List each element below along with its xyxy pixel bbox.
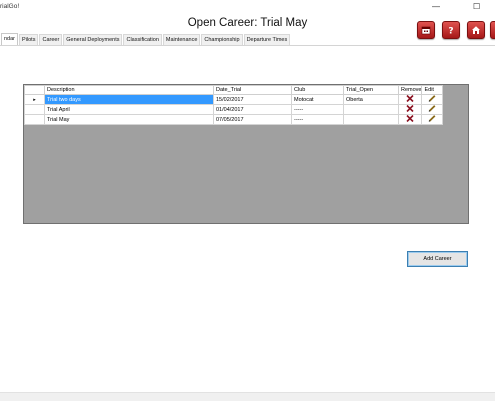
- help-button[interactable]: ?: [442, 21, 460, 39]
- exit-button[interactable]: [490, 21, 495, 39]
- cell-description[interactable]: Trial April: [44, 104, 214, 115]
- home-icon: [472, 26, 480, 34]
- edit-button[interactable]: [421, 104, 444, 115]
- tab-divider: [0, 45, 495, 46]
- careers-grid[interactable]: Description Date_Trial Club Trial_Open R…: [23, 84, 469, 224]
- column-header-club[interactable]: Club: [291, 85, 344, 95]
- table-row[interactable]: ▸ Trial two days 15/02/2017 Motocat Ober…: [24, 94, 444, 105]
- tab-calendar[interactable]: ndar: [1, 33, 19, 45]
- tab-championship[interactable]: Championship: [201, 34, 243, 45]
- cell-date[interactable]: 01/04/2017: [213, 104, 292, 115]
- column-header-edit[interactable]: Edit: [421, 85, 444, 95]
- app-name: rialGo!: [0, 3, 20, 10]
- svg-text:?: ?: [448, 27, 453, 36]
- pencil-icon: [429, 105, 436, 112]
- cell-description[interactable]: Trial two days: [44, 94, 214, 105]
- column-header-remove[interactable]: Remove: [397, 85, 423, 95]
- cell-trial-open[interactable]: [343, 114, 399, 125]
- cell-club[interactable]: -----: [291, 114, 344, 125]
- tab-pilots[interactable]: Pilots: [19, 34, 39, 45]
- tab-classification[interactable]: Classification: [123, 34, 162, 45]
- pencil-icon: [429, 95, 436, 102]
- column-header-description[interactable]: Description: [44, 85, 214, 95]
- cell-club[interactable]: Motocat: [291, 94, 344, 105]
- tab-maintenance[interactable]: Maintenance: [162, 34, 201, 45]
- table-row[interactable]: Trial April 01/04/2017 -----: [24, 104, 444, 115]
- calendar-button[interactable]: [417, 21, 435, 39]
- row-indicator: ▸: [24, 94, 45, 105]
- remove-icon: [406, 95, 414, 103]
- table-row[interactable]: Trial May 07/05/2017 -----: [24, 114, 444, 125]
- remove-button[interactable]: [397, 94, 423, 105]
- remove-icon: [406, 115, 414, 123]
- title-bar: rialGo! — ☐: [0, 0, 495, 14]
- row-header: [24, 104, 45, 115]
- cell-trial-open[interactable]: [343, 104, 399, 115]
- tab-departure-times[interactable]: Departure Times: [243, 34, 291, 45]
- column-header-trial-open[interactable]: Trial_Open: [343, 85, 399, 95]
- tab-general-deployments[interactable]: General Deployments: [63, 34, 123, 45]
- cell-club[interactable]: -----: [291, 104, 344, 115]
- header-row: Description Date_Trial Club Trial_Open R…: [24, 85, 444, 95]
- remove-icon: [406, 105, 414, 113]
- remove-button[interactable]: [397, 104, 423, 115]
- cell-date[interactable]: 07/05/2017: [213, 114, 292, 125]
- minimize-button[interactable]: —: [432, 2, 440, 11]
- edit-button[interactable]: [421, 94, 444, 105]
- tab-career[interactable]: Career: [39, 34, 63, 45]
- remove-button[interactable]: [397, 114, 423, 125]
- help-icon: ?: [448, 27, 453, 36]
- cell-trial-open[interactable]: Oberta: [343, 94, 399, 105]
- row-header: [24, 114, 45, 125]
- pencil-icon: [429, 115, 436, 122]
- home-button[interactable]: [467, 21, 485, 39]
- edit-button[interactable]: [421, 114, 444, 125]
- cell-description[interactable]: Trial May: [44, 114, 214, 125]
- column-header-date-trial[interactable]: Date_Trial: [213, 85, 292, 95]
- maximize-button[interactable]: ☐: [473, 2, 480, 11]
- add-career-button[interactable]: Add Career: [407, 251, 468, 267]
- careers-table: Description Date_Trial Club Trial_Open R…: [24, 85, 444, 125]
- row-header-corner: [24, 85, 45, 95]
- cell-date[interactable]: 15/02/2017: [213, 94, 292, 105]
- calendar-icon: [421, 26, 431, 35]
- tab-strip: ndar Pilots Career General Deployments C…: [0, 33, 291, 45]
